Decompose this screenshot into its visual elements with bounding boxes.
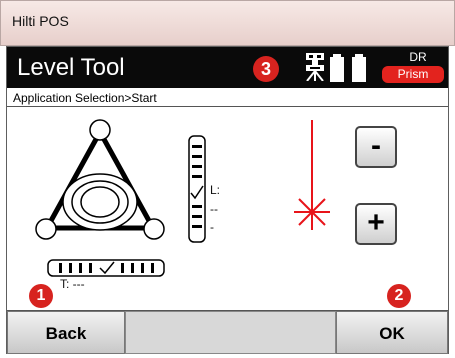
callout-badge-3: 3 [253, 56, 279, 82]
level-tool-content: L: -- - T: --- - + [7, 108, 448, 308]
vertical-level-bar [188, 135, 206, 243]
footer-bar: Back OK [7, 310, 448, 354]
instrument-icon [304, 53, 326, 86]
level-l-label: L: [210, 183, 221, 197]
pos-window: Hilti POS Level Tool 3 DR Prism Applicat… [0, 0, 455, 358]
prism-badge[interactable]: Prism [382, 66, 444, 83]
horizontal-level-bar [47, 259, 165, 277]
window-titlebar: Hilti POS [0, 0, 455, 46]
callout-badge-1: 1 [29, 284, 53, 308]
window-title: Hilti POS [12, 13, 69, 29]
back-button[interactable]: Back [7, 311, 125, 354]
ok-button[interactable]: OK [336, 311, 448, 354]
dr-label: DR [409, 50, 427, 64]
page-title: Level Tool [17, 54, 125, 81]
laser-plummet-icon [294, 120, 330, 230]
breadcrumb-text: Application Selection>Start [13, 91, 157, 105]
tribrach-level-icon [35, 119, 165, 240]
increase-laser-button[interactable]: + [355, 203, 397, 245]
breadcrumb: Application Selection>Start [7, 88, 448, 107]
level-t-label: T: --- [60, 277, 85, 291]
decrease-laser-button[interactable]: - [355, 126, 397, 168]
level-l-value: -- [210, 202, 218, 216]
app-header: Level Tool 3 DR Prism [7, 47, 448, 88]
battery-icon [330, 54, 366, 87]
level-value-2: - [210, 220, 214, 234]
footer-blank-slot [125, 311, 336, 354]
callout-badge-2: 2 [387, 284, 411, 308]
